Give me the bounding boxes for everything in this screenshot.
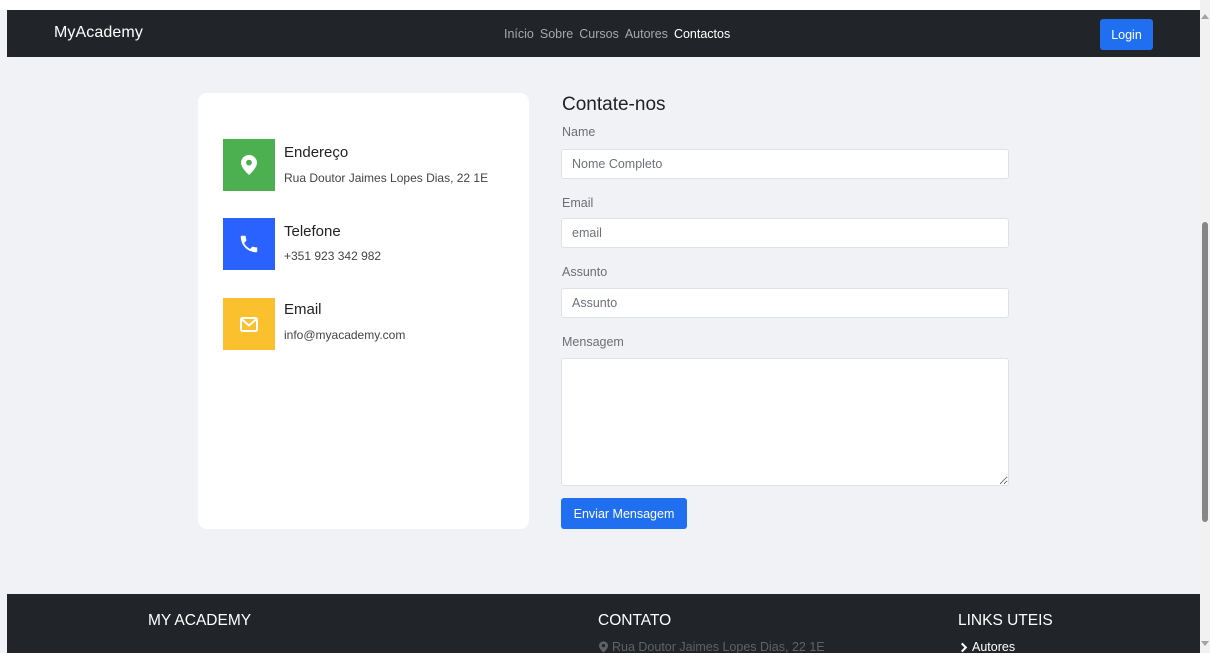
- email-input[interactable]: [561, 218, 1009, 248]
- message-label: Mensagem: [562, 335, 624, 349]
- brand-logo[interactable]: MyAcademy: [54, 24, 143, 42]
- info-value-address: Rua Doutor Jaimes Lopes Dias, 22 1E: [284, 171, 489, 185]
- name-label: Name: [562, 125, 596, 139]
- info-item-phone: Telefone +351 923 342 982: [223, 218, 523, 270]
- info-item-email: Email info@myacademy.com: [223, 298, 523, 350]
- scroll-up-arrow-icon[interactable]: [1201, 14, 1209, 19]
- message-textarea[interactable]: [561, 358, 1009, 486]
- info-value-phone: +351 923 342 982: [284, 249, 382, 263]
- info-value-email: info@myacademy.com: [284, 328, 406, 342]
- nav-link-inicio[interactable]: Início: [504, 27, 534, 41]
- info-title-address: Endereço: [284, 144, 349, 161]
- footer: MY ACADEMY CONTATO Rua Doutor Jaimes Lop…: [7, 594, 1200, 653]
- nav-link-contactos[interactable]: Contactos: [674, 27, 730, 41]
- chevron-right-icon: [960, 642, 968, 652]
- phone-icon: [223, 218, 275, 270]
- name-input[interactable]: [561, 149, 1009, 179]
- email-label: Email: [562, 196, 594, 210]
- footer-brand-heading: MY ACADEMY: [148, 612, 252, 629]
- footer-link-autores[interactable]: Autores: [960, 640, 1015, 653]
- envelope-icon: [223, 298, 275, 350]
- footer-address: Rua Doutor Jaimes Lopes Dias, 22 1E: [599, 640, 825, 653]
- nav-links: Início Sobre Cursos Autores Contactos: [504, 27, 730, 41]
- footer-link-label[interactable]: Autores: [972, 640, 1015, 653]
- footer-address-text: Rua Doutor Jaimes Lopes Dias, 22 1E: [612, 640, 825, 653]
- send-message-button[interactable]: Enviar Mensagem: [561, 498, 687, 529]
- top-strip: [0, 0, 1200, 10]
- info-title-email: Email: [284, 301, 322, 318]
- contact-info-card: Endereço Rua Doutor Jaimes Lopes Dias, 2…: [198, 93, 529, 529]
- map-pin-icon: [223, 139, 275, 191]
- page-scrollbar[interactable]: [1200, 0, 1210, 653]
- scroll-down-arrow-icon[interactable]: [1201, 641, 1209, 646]
- info-title-phone: Telefone: [284, 223, 341, 240]
- nav-link-cursos[interactable]: Cursos: [579, 27, 619, 41]
- footer-contact-heading: CONTATO: [598, 612, 672, 629]
- page-viewport: MyAcademy Início Sobre Cursos Autores Co…: [0, 0, 1200, 653]
- map-pin-icon: [599, 641, 608, 653]
- form-title: Contate-nos: [562, 94, 666, 115]
- scrollbar-thumb[interactable]: [1202, 222, 1208, 522]
- nav-link-sobre[interactable]: Sobre: [540, 27, 573, 41]
- nav-link-autores[interactable]: Autores: [625, 27, 668, 41]
- subject-label: Assunto: [562, 265, 608, 279]
- footer-links-heading: LINKS UTEIS: [958, 612, 1053, 629]
- login-button[interactable]: Login: [1100, 19, 1153, 50]
- info-item-address: Endereço Rua Doutor Jaimes Lopes Dias, 2…: [223, 139, 523, 191]
- subject-input[interactable]: [561, 288, 1009, 318]
- navbar: MyAcademy Início Sobre Cursos Autores Co…: [7, 10, 1200, 57]
